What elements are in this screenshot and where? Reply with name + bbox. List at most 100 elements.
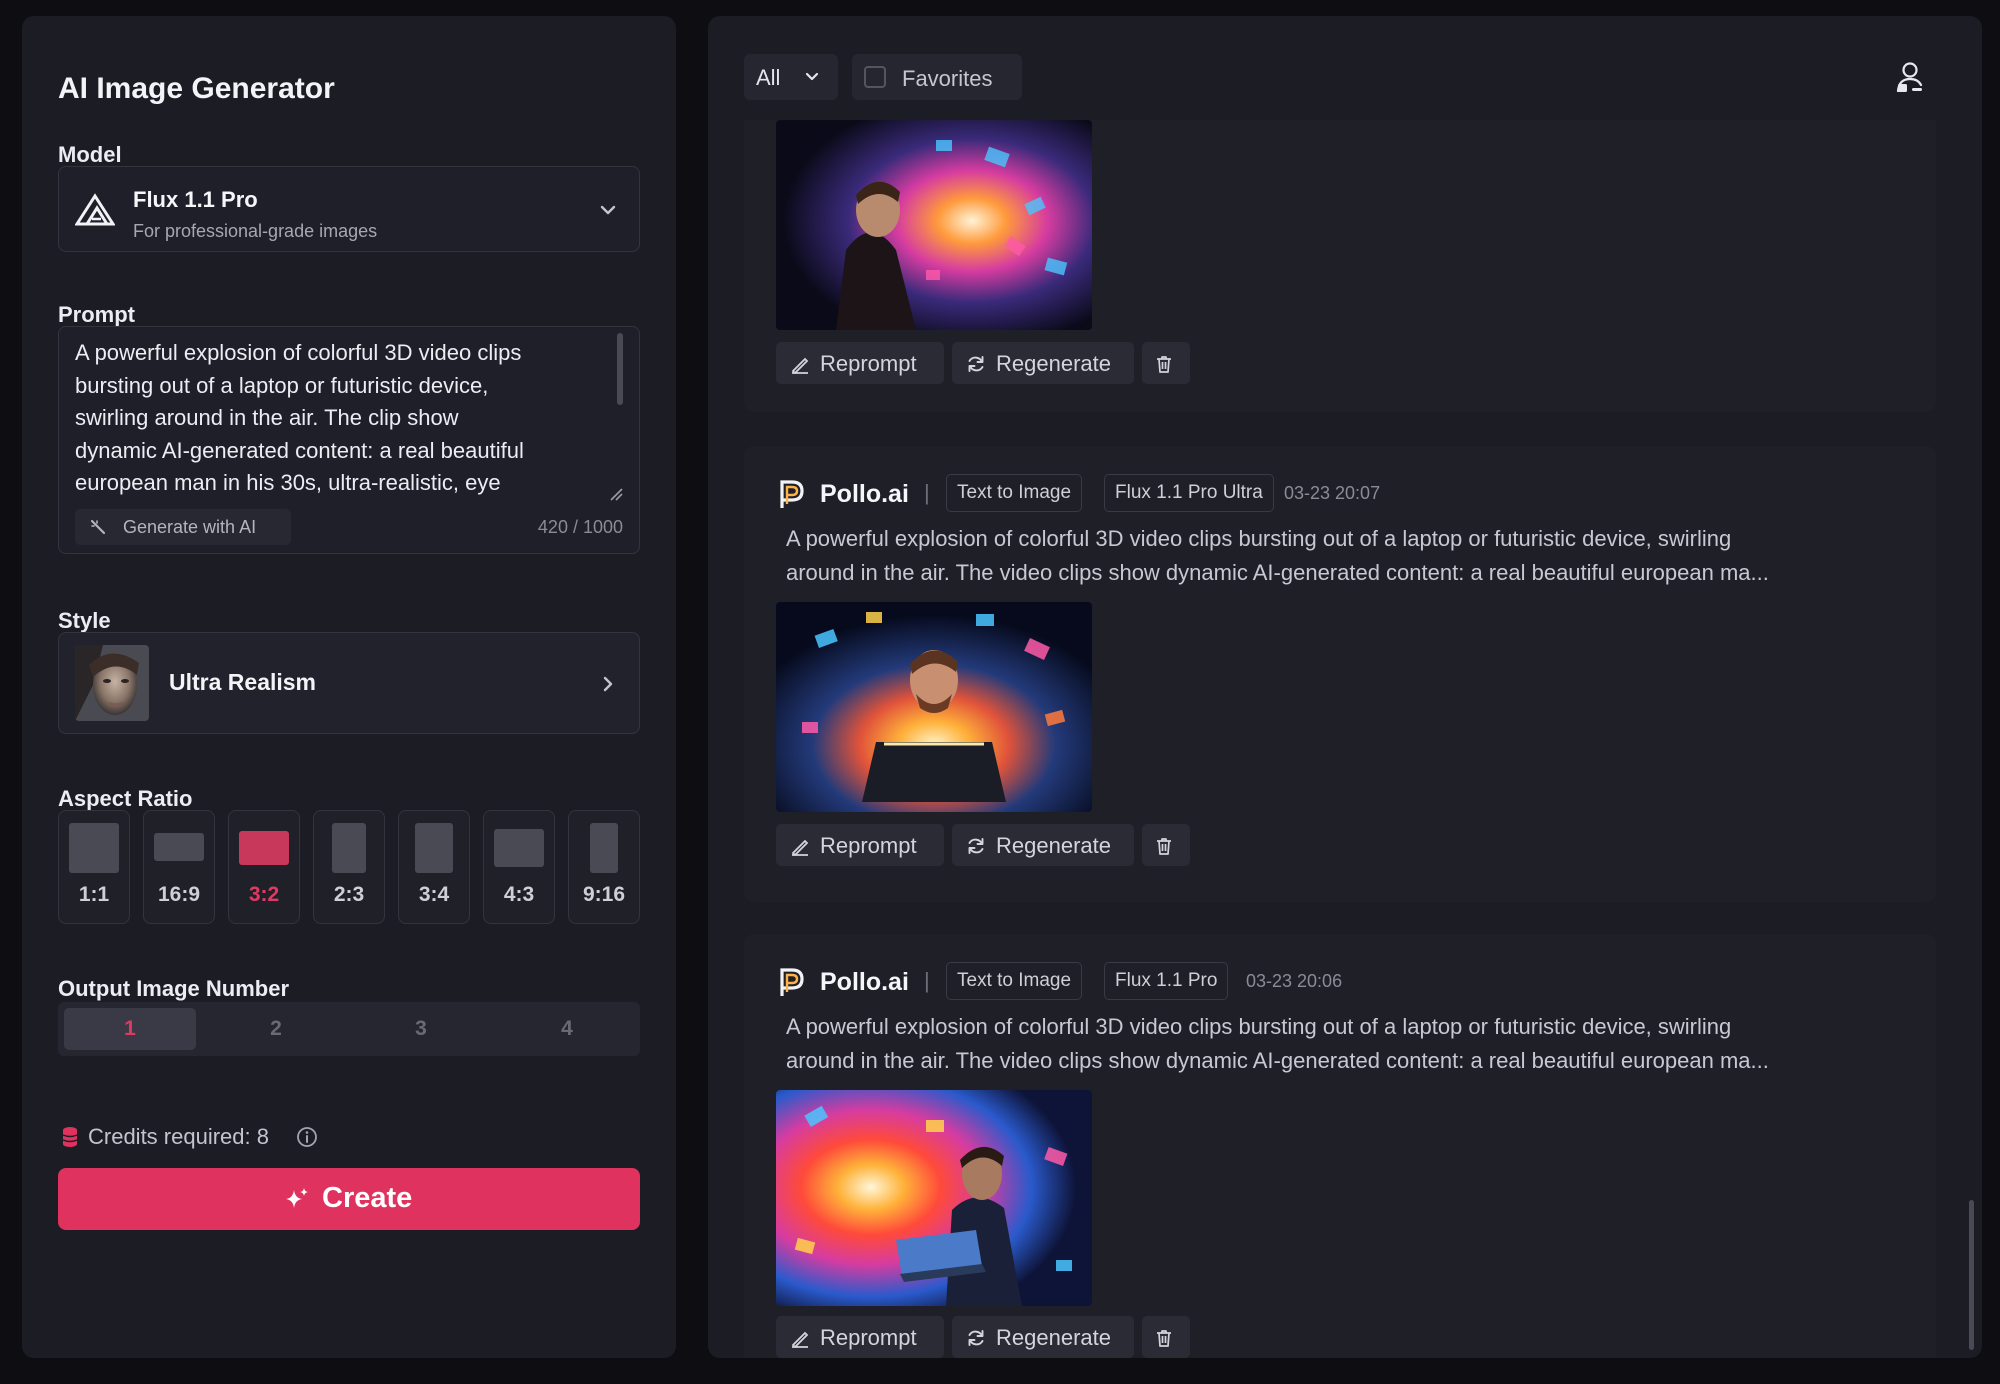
ratio-9-16[interactable]: 9:16 [568,810,640,924]
chevron-right-icon [603,676,613,692]
page-title: AI Image Generator [58,72,335,105]
regenerate-button[interactable]: Regenerate [952,824,1134,866]
output-number-option[interactable]: 1 [64,1008,196,1050]
generate-with-ai-button[interactable]: Generate with AI [75,509,291,545]
regenerate-label: Regenerate [996,833,1111,858]
result-card: Reprompt Regenerate [744,120,1936,412]
model-name: Flux 1.1 Pro [133,187,258,212]
output-number-label: Output Image Number [58,976,290,1001]
output-number-option[interactable]: 3 [355,1008,487,1050]
timestamp: 03-23 20:07 [1284,483,1381,503]
flux-logo-icon [75,193,115,226]
model-label: Model [58,142,122,167]
credits-required: Credits required: 8 [88,1124,269,1149]
separator: | [924,480,930,505]
ratio-label: 3:4 [418,883,450,906]
model-tag: Flux 1.1 Pro [1104,962,1229,1000]
chevron-down-icon [805,72,819,81]
favorites-checkbox[interactable] [864,66,886,88]
create-button[interactable]: Create [58,1168,640,1230]
result-card: Pollo.ai | Text to Image Flux 1.1 Pro 03… [744,934,1936,1358]
ratio-shape [494,829,544,867]
generator-panel: AI Image Generator Model Flux 1.1 Pro Fo… [22,16,676,1358]
output-number-option[interactable]: 2 [210,1008,342,1050]
ratio-label: 9:16 [582,883,626,906]
delete-button[interactable] [1142,824,1190,866]
pencil-icon [791,357,809,374]
refresh-icon [968,838,984,854]
mode-tag: Text to Image [946,474,1083,512]
aspect-ratio-label: Aspect Ratio [58,786,193,811]
model-tag: Flux 1.1 Pro Ultra [1104,474,1274,512]
favorites-label: Favorites [902,66,993,91]
resize-handle-icon[interactable] [609,487,623,501]
ratio-4-3[interactable]: 4:3 [483,810,555,924]
pollo-logo-icon [780,968,804,996]
output-number-group: 1 2 3 4 [58,1002,640,1056]
prompt-field[interactable]: A powerful explosion of colorful 3D vide… [58,326,640,554]
generate-with-ai-label: Generate with AI [123,517,257,537]
chevron-down-icon [600,205,616,215]
pencil-icon [791,1331,809,1348]
generated-image[interactable] [776,602,1092,812]
delete-button[interactable] [1142,1316,1190,1358]
ratio-shape [332,823,366,873]
regenerate-button[interactable]: Regenerate [952,1316,1134,1358]
generated-image[interactable] [776,1090,1092,1306]
prompt-scrollbar[interactable] [617,333,623,405]
card-prompt: A powerful explosion of colorful 3D vide… [786,522,1906,590]
prompt-label: Prompt [58,302,135,327]
filter-dropdown[interactable]: All [744,54,838,100]
sparkle-icon [286,1188,308,1208]
ratio-3-2[interactable]: 3:2 [228,810,300,924]
style-name: Ultra Realism [169,669,317,695]
refresh-icon [968,1330,984,1346]
output-number-option[interactable]: 4 [501,1008,633,1050]
regenerate-label: Regenerate [996,1325,1111,1350]
reprompt-label: Reprompt [820,1325,917,1350]
card-prompt: A powerful explosion of colorful 3D vide… [786,1010,1906,1078]
info-icon[interactable] [296,1126,318,1148]
reprompt-label: Reprompt [820,833,917,858]
results-panel: All Favorites Reprompt Regenerate Pollo.… [708,16,1982,1358]
reprompt-button[interactable]: Reprompt [776,824,944,866]
ratio-2-3[interactable]: 2:3 [313,810,385,924]
results-feed: Reprompt Regenerate Pollo.ai | Text to I… [708,120,1982,1358]
create-label: Create [322,1182,413,1214]
refresh-icon [968,356,984,372]
filter-label: All [756,65,781,90]
model-select[interactable]: Flux 1.1 Pro For professional-grade imag… [58,166,640,252]
style-thumbnail [75,645,149,721]
delete-button[interactable] [1142,342,1190,384]
ratio-16-9[interactable]: 16:9 [143,810,215,924]
separator: | [924,968,930,993]
result-card: Pollo.ai | Text to Image Flux 1.1 Pro Ul… [744,446,1936,902]
ratio-shape [154,833,204,861]
pencil-icon [791,839,809,856]
style-label: Style [58,608,111,633]
user-settings-icon[interactable] [1894,60,1926,94]
style-select[interactable]: Ultra Realism [58,632,640,734]
credits-coin-icon [62,1127,78,1147]
ratio-3-4[interactable]: 3:4 [398,810,470,924]
magic-wand-icon [90,519,106,535]
card-header: Pollo.ai | Text to Image Flux 1.1 Pro 03… [776,962,1916,1002]
ratio-label: 16:9 [157,883,201,906]
ratio-label: 2:3 [333,883,365,906]
generated-image[interactable] [776,120,1092,330]
ratio-shape [239,831,289,865]
ratio-label: 1:1 [78,883,110,906]
feed-scrollbar[interactable] [1969,1200,1974,1350]
trash-icon [1157,1330,1171,1347]
trash-icon [1157,356,1171,373]
ratio-shape [69,823,119,873]
ratio-1-1[interactable]: 1:1 [58,810,130,924]
reprompt-label: Reprompt [820,351,917,376]
regenerate-button[interactable]: Regenerate [952,342,1134,384]
reprompt-button[interactable]: Reprompt [776,342,944,384]
favorites-toggle[interactable]: Favorites [852,54,1022,100]
prompt-textarea[interactable]: A powerful explosion of colorful 3D vide… [75,337,595,505]
trash-icon [1157,838,1171,855]
card-prompt-line: around in the air. The video clips show … [786,1048,1769,1073]
reprompt-button[interactable]: Reprompt [776,1316,944,1358]
